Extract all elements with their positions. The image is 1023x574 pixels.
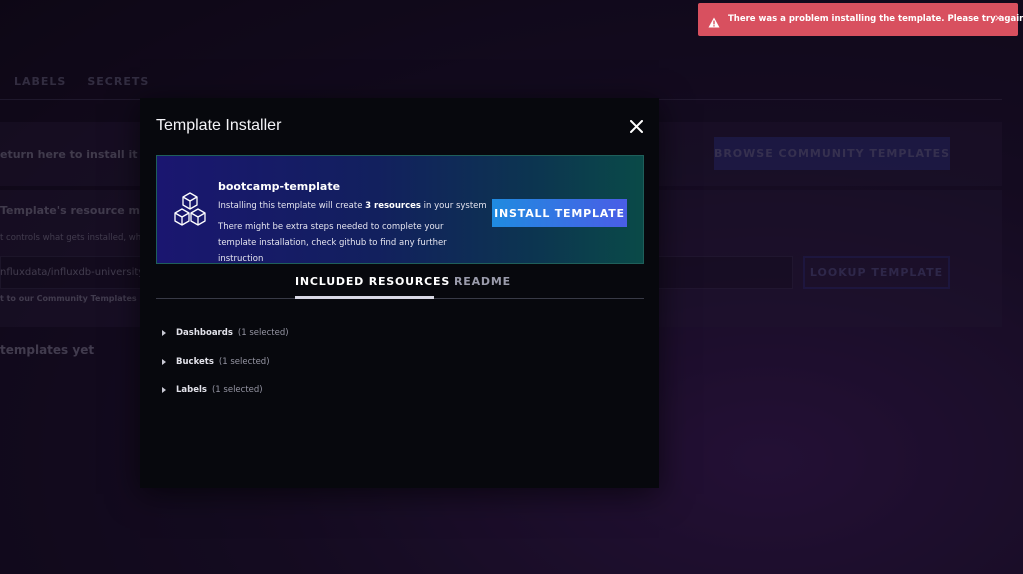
resource-group-name: Dashboards [176, 328, 233, 338]
template-instructions: There might be extra steps needed to com… [218, 222, 447, 264]
caret-right-icon [162, 330, 172, 336]
resource-group-count: (1 selected) [237, 328, 289, 338]
install-template-button[interactable]: INSTALL TEMPLATE [492, 199, 627, 227]
error-toast: There was a problem installing the templ… [698, 3, 1023, 36]
resource-group-dashboards[interactable]: Dashboards (1 selected) [162, 326, 289, 340]
cubes-icon [172, 192, 208, 226]
summary-suffix: in your system [420, 201, 487, 211]
template-name: bootcamp-template [218, 180, 341, 193]
close-icon[interactable] [626, 116, 646, 136]
toast-message: There was a problem installing the templ… [728, 14, 1023, 24]
resource-count: 3 resources [365, 201, 421, 211]
resource-group-count: (1 selected) [218, 357, 270, 367]
resource-group-name: Buckets [176, 357, 214, 367]
resource-group-labels[interactable]: Labels (1 selected) [162, 383, 263, 397]
tab-readme[interactable]: README [454, 275, 511, 288]
caret-right-icon [162, 387, 172, 393]
warning-icon [708, 13, 720, 28]
caret-right-icon [162, 359, 172, 365]
template-resource-summary: Installing this template will create 3 r… [218, 201, 487, 211]
modal-title: Template Installer [156, 117, 282, 134]
resource-group-count: (1 selected) [211, 385, 263, 395]
active-tab-indicator [295, 296, 434, 299]
resource-group-buckets[interactable]: Buckets (1 selected) [162, 355, 270, 369]
summary-prefix: Installing this template will create [218, 201, 366, 211]
tab-included-resources[interactable]: INCLUDED RESOURCES [295, 275, 450, 288]
resource-group-name: Labels [176, 385, 207, 395]
toast-close-icon[interactable]: × [994, 13, 1002, 24]
